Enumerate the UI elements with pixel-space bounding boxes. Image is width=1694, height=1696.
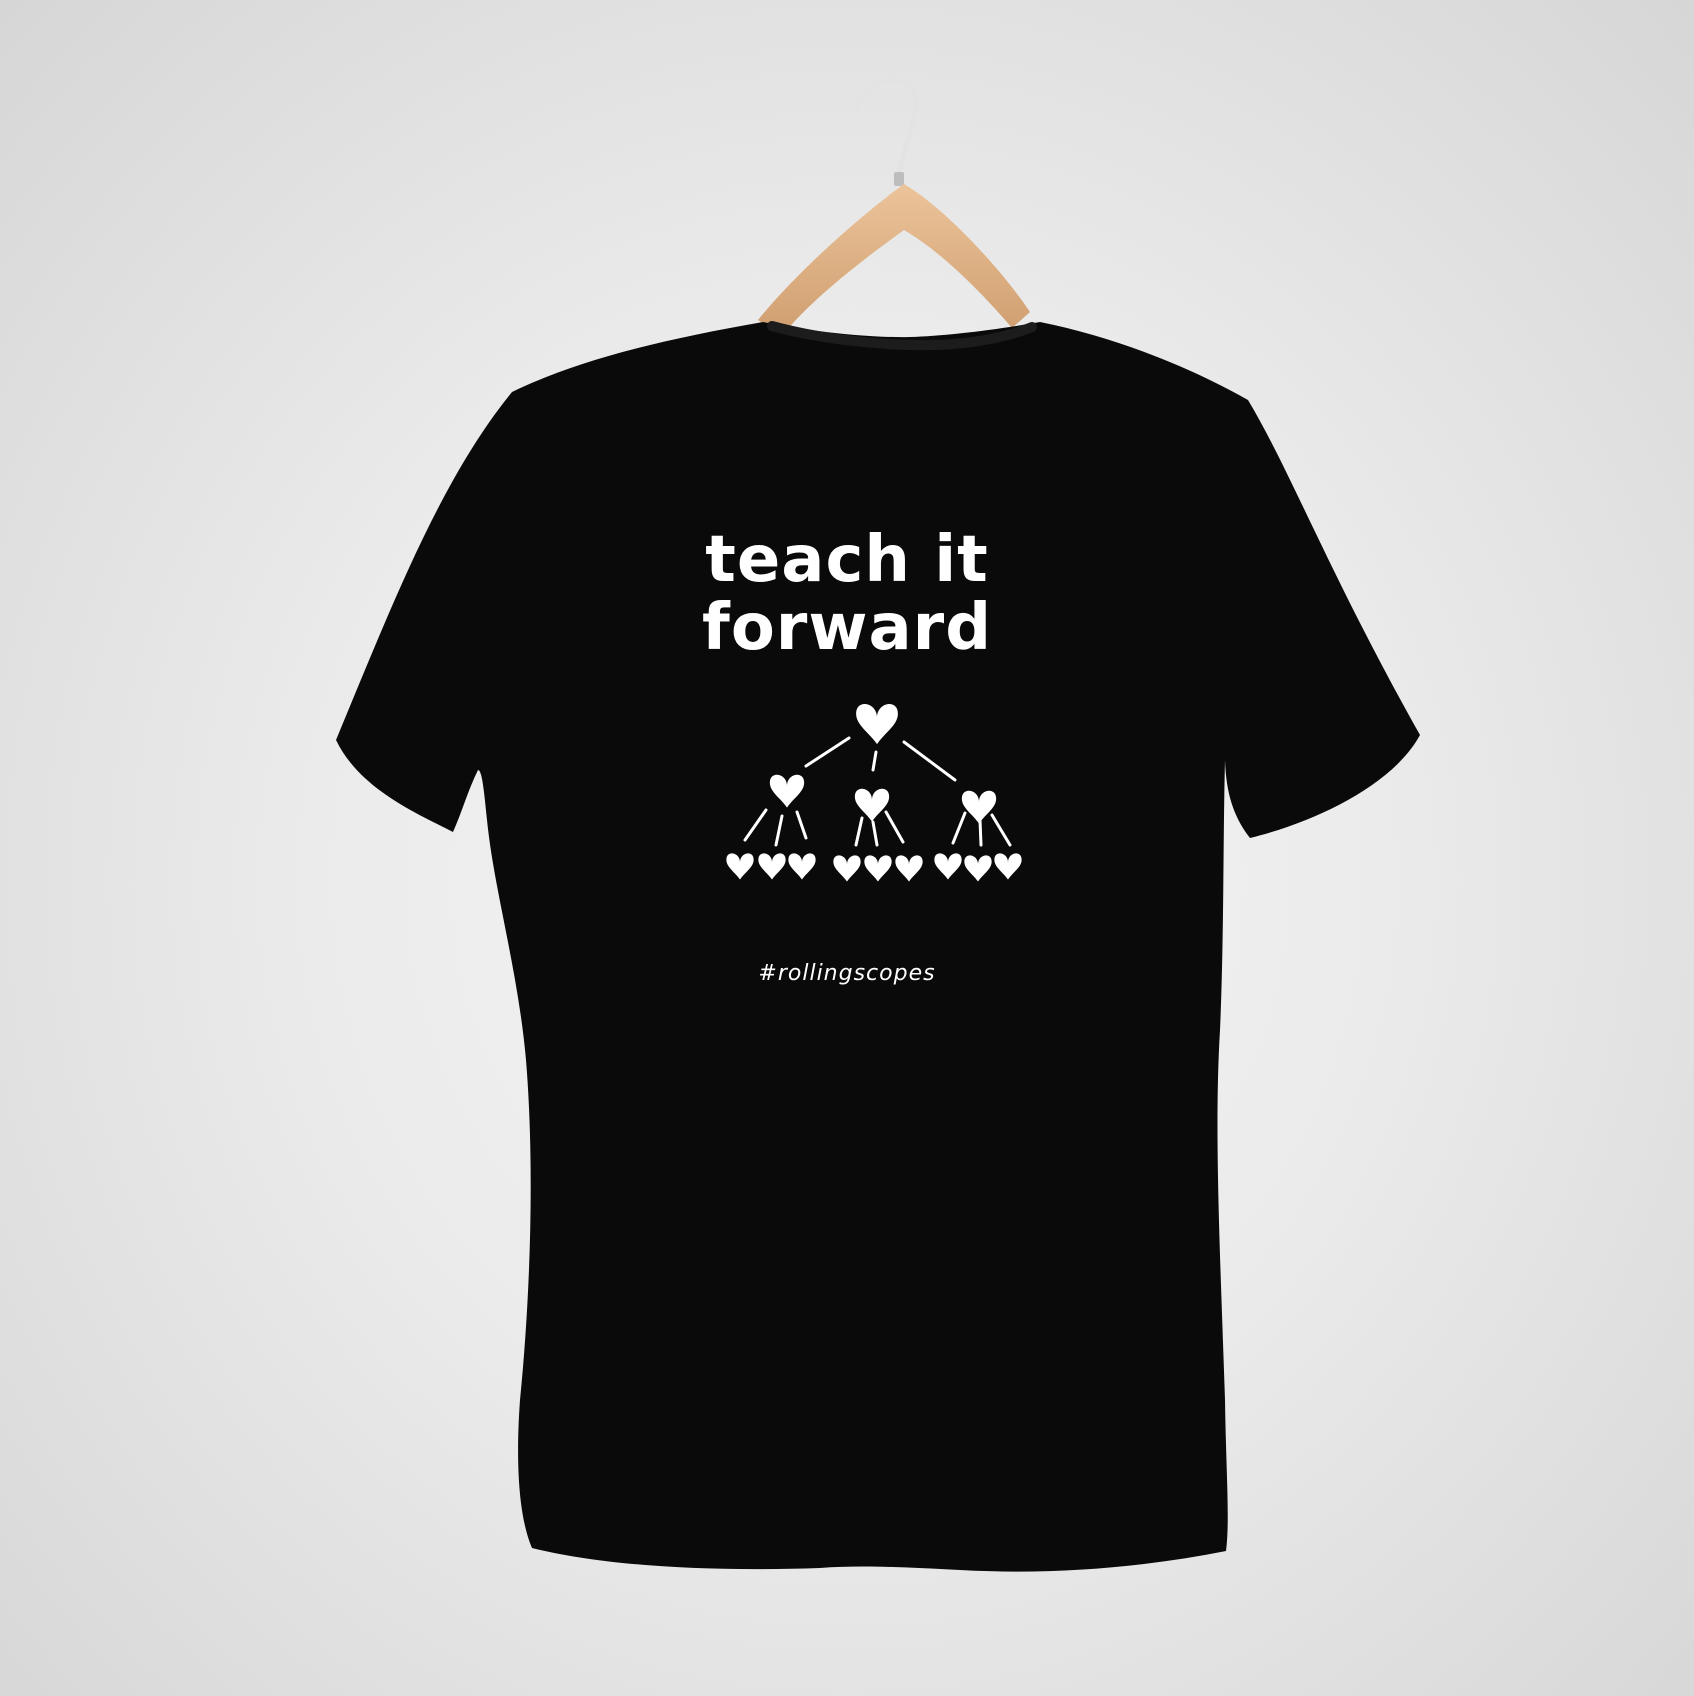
hanger-hook [853,77,919,181]
product-photo: teach it forward #rollingscopes [0,0,1694,1696]
hanger-hook-base [894,172,904,186]
print-hashtag: #rollingscopes [758,961,936,986]
hanger [758,77,1030,336]
print-title-line-2: forward [701,591,993,665]
print-title-line-1: teach it [705,523,989,597]
tshirt [336,322,1420,1572]
hanger-wood [758,184,1030,336]
